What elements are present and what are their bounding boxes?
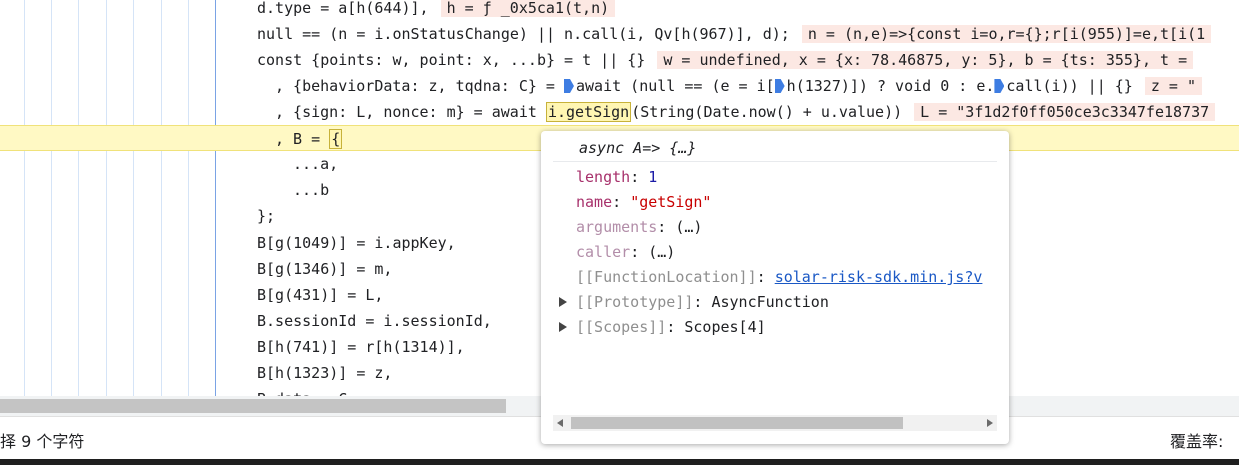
code-text: , {sign: L, nonce: m} = await [275, 103, 546, 121]
code-text: B.data = C, [257, 386, 356, 396]
inline-value: z = " [1144, 77, 1202, 95]
property-row-scopes[interactable]: [[Scopes]]: Scopes[4] [576, 318, 766, 336]
property-name: name [576, 193, 613, 211]
breakpoint-marker-icon[interactable] [774, 79, 785, 93]
inline-value: h = ƒ _0x5ca1(t,n) [440, 0, 616, 17]
lazy-getter-value[interactable]: (…) [648, 243, 675, 261]
hovered-expression[interactable]: i.getSign [545, 102, 632, 122]
scrollbar-thumb[interactable] [571, 417, 903, 429]
code-line: , {sign: L, nonce: m} = await i.getSign(… [0, 99, 1239, 125]
code-line: , {behaviorData: z, tqdna: C} = await (n… [0, 73, 1239, 99]
property-row-prototype[interactable]: [[Prototype]]: AsyncFunction [576, 293, 829, 311]
coverage-status[interactable]: 覆盖率: [1170, 428, 1223, 452]
code-text: B[g(1346)] = m, [257, 260, 393, 278]
property-name: arguments [576, 218, 658, 236]
property-name: caller [576, 243, 631, 261]
code-text: , {behaviorData: z, tqdna: C} = [275, 77, 564, 95]
code-text: B[h(1323)] = z, [257, 364, 393, 382]
selection-status: 择 9 个字符 [0, 432, 85, 451]
code-text: d.type = a[h(644)], [257, 0, 429, 17]
property-value: Scopes[4] [684, 318, 766, 336]
property-name: length [576, 168, 631, 186]
code-text: await (null == (e = i[ [575, 77, 775, 95]
code-text: B.sessionId = i.sessionId, [257, 312, 492, 330]
scroll-left-icon[interactable] [557, 419, 563, 427]
expand-triangle-icon[interactable] [559, 297, 567, 307]
object-preview-popover[interactable]: async A=> {…} length: 1 name: "getSign" … [541, 131, 1009, 444]
breakpoint-marker-icon[interactable] [994, 79, 1005, 93]
scrollbar-thumb[interactable] [0, 399, 506, 413]
inline-value: n = (n,e)=>{const i=o,r={};r[i(955)]=e,t… [801, 25, 1212, 43]
popover-horizontal-scrollbar[interactable] [553, 415, 997, 431]
property-row[interactable]: caller: (…) [576, 243, 675, 261]
property-separator: : [666, 318, 685, 336]
code-line: d.type = a[h(644)], h = ƒ _0x5ca1(t,n) [0, 0, 1239, 21]
code-text: call(i)) || {} [1006, 77, 1133, 95]
code-line: null == (n = i.onStatusChange) || n.call… [0, 21, 1239, 47]
inline-value: L = "3f1d2f0ff050ce3c3347fe18737 [914, 103, 1216, 121]
code-text: h(1327)]) ? void 0 : e. [786, 77, 995, 95]
brace-match: { [329, 129, 343, 149]
property-value: 1 [648, 168, 658, 186]
popover-title: async A=> {…} [579, 139, 697, 157]
function-location-link[interactable]: solar-risk-sdk.min.js?v [775, 268, 983, 286]
property-row[interactable]: arguments: (…) [576, 218, 702, 236]
code-text: ...a, [293, 155, 339, 173]
property-separator: : [612, 193, 631, 211]
property-value: "getSign" [630, 193, 712, 211]
property-separator: : [756, 268, 775, 286]
property-separator: : [630, 168, 649, 186]
inline-value: w = undefined, x = {x: 78.46875, y: 5}, … [657, 51, 1194, 69]
property-row: [[FunctionLocation]]: solar-risk-sdk.min… [576, 268, 982, 286]
code-text: null == (n = i.onStatusChange) || n.call… [257, 25, 790, 43]
property-name: [[FunctionLocation]] [576, 268, 757, 286]
property-row: length: 1 [576, 168, 657, 186]
code-text: (String(Date.now() + u.value)) [631, 103, 903, 121]
code-text: const {points: w, point: x, ...b} = t ||… [257, 51, 646, 69]
property-name: [[Scopes]] [576, 318, 667, 336]
property-separator: : [657, 218, 676, 236]
code-text: B[g(1049)] = i.appKey, [257, 234, 456, 252]
code-text: }; [257, 207, 276, 225]
code-text: ...b [293, 181, 330, 199]
code-text: , B = [275, 130, 330, 148]
property-name: [[Prototype]] [576, 293, 694, 311]
property-value: AsyncFunction [711, 293, 829, 311]
code-line: const {points: w, point: x, ...b} = t ||… [0, 47, 1239, 73]
lazy-getter-value[interactable]: (…) [675, 218, 702, 236]
property-separator: : [630, 243, 649, 261]
breakpoint-marker-icon[interactable] [563, 79, 574, 93]
bottom-edge [0, 459, 1239, 465]
code-text: B[g(431)] = L, [257, 286, 384, 304]
code-text: B[h(741)] = r[h(1314)], [257, 338, 465, 356]
expand-triangle-icon[interactable] [559, 322, 567, 332]
property-row: name: "getSign" [576, 193, 711, 211]
property-separator: : [693, 293, 712, 311]
scroll-right-icon[interactable] [987, 419, 993, 427]
